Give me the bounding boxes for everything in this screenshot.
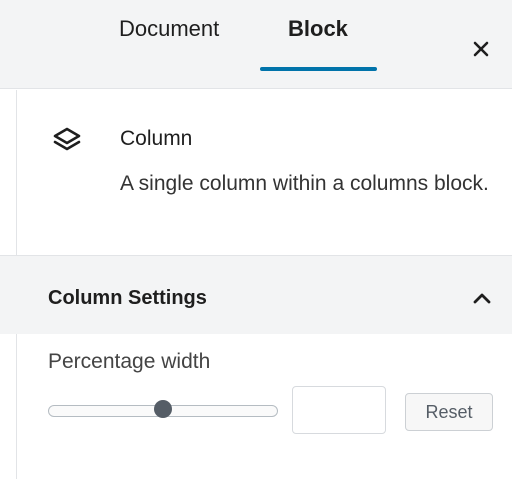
chevron-up-icon[interactable] <box>470 288 494 308</box>
close-icon <box>473 41 489 57</box>
tab-block[interactable]: Block <box>288 16 348 42</box>
active-tab-indicator <box>260 67 377 71</box>
close-sidebar-button[interactable] <box>466 34 496 64</box>
slider-thumb[interactable] <box>154 400 172 418</box>
block-description: A single column within a columns block. <box>120 172 489 195</box>
percentage-width-slider[interactable] <box>48 396 278 424</box>
percentage-width-input[interactable] <box>292 386 386 434</box>
block-inspector-sidebar: Document Block Column A single column wi… <box>0 0 512 479</box>
block-title: Column <box>120 127 193 150</box>
sidebar-header: Document Block <box>0 0 512 89</box>
column-stack-icon <box>50 124 84 158</box>
settings-panel-title: Column Settings <box>48 287 207 309</box>
percentage-width-label: Percentage width <box>48 350 211 373</box>
tab-document[interactable]: Document <box>119 16 219 42</box>
reset-button[interactable]: Reset <box>405 393 493 431</box>
